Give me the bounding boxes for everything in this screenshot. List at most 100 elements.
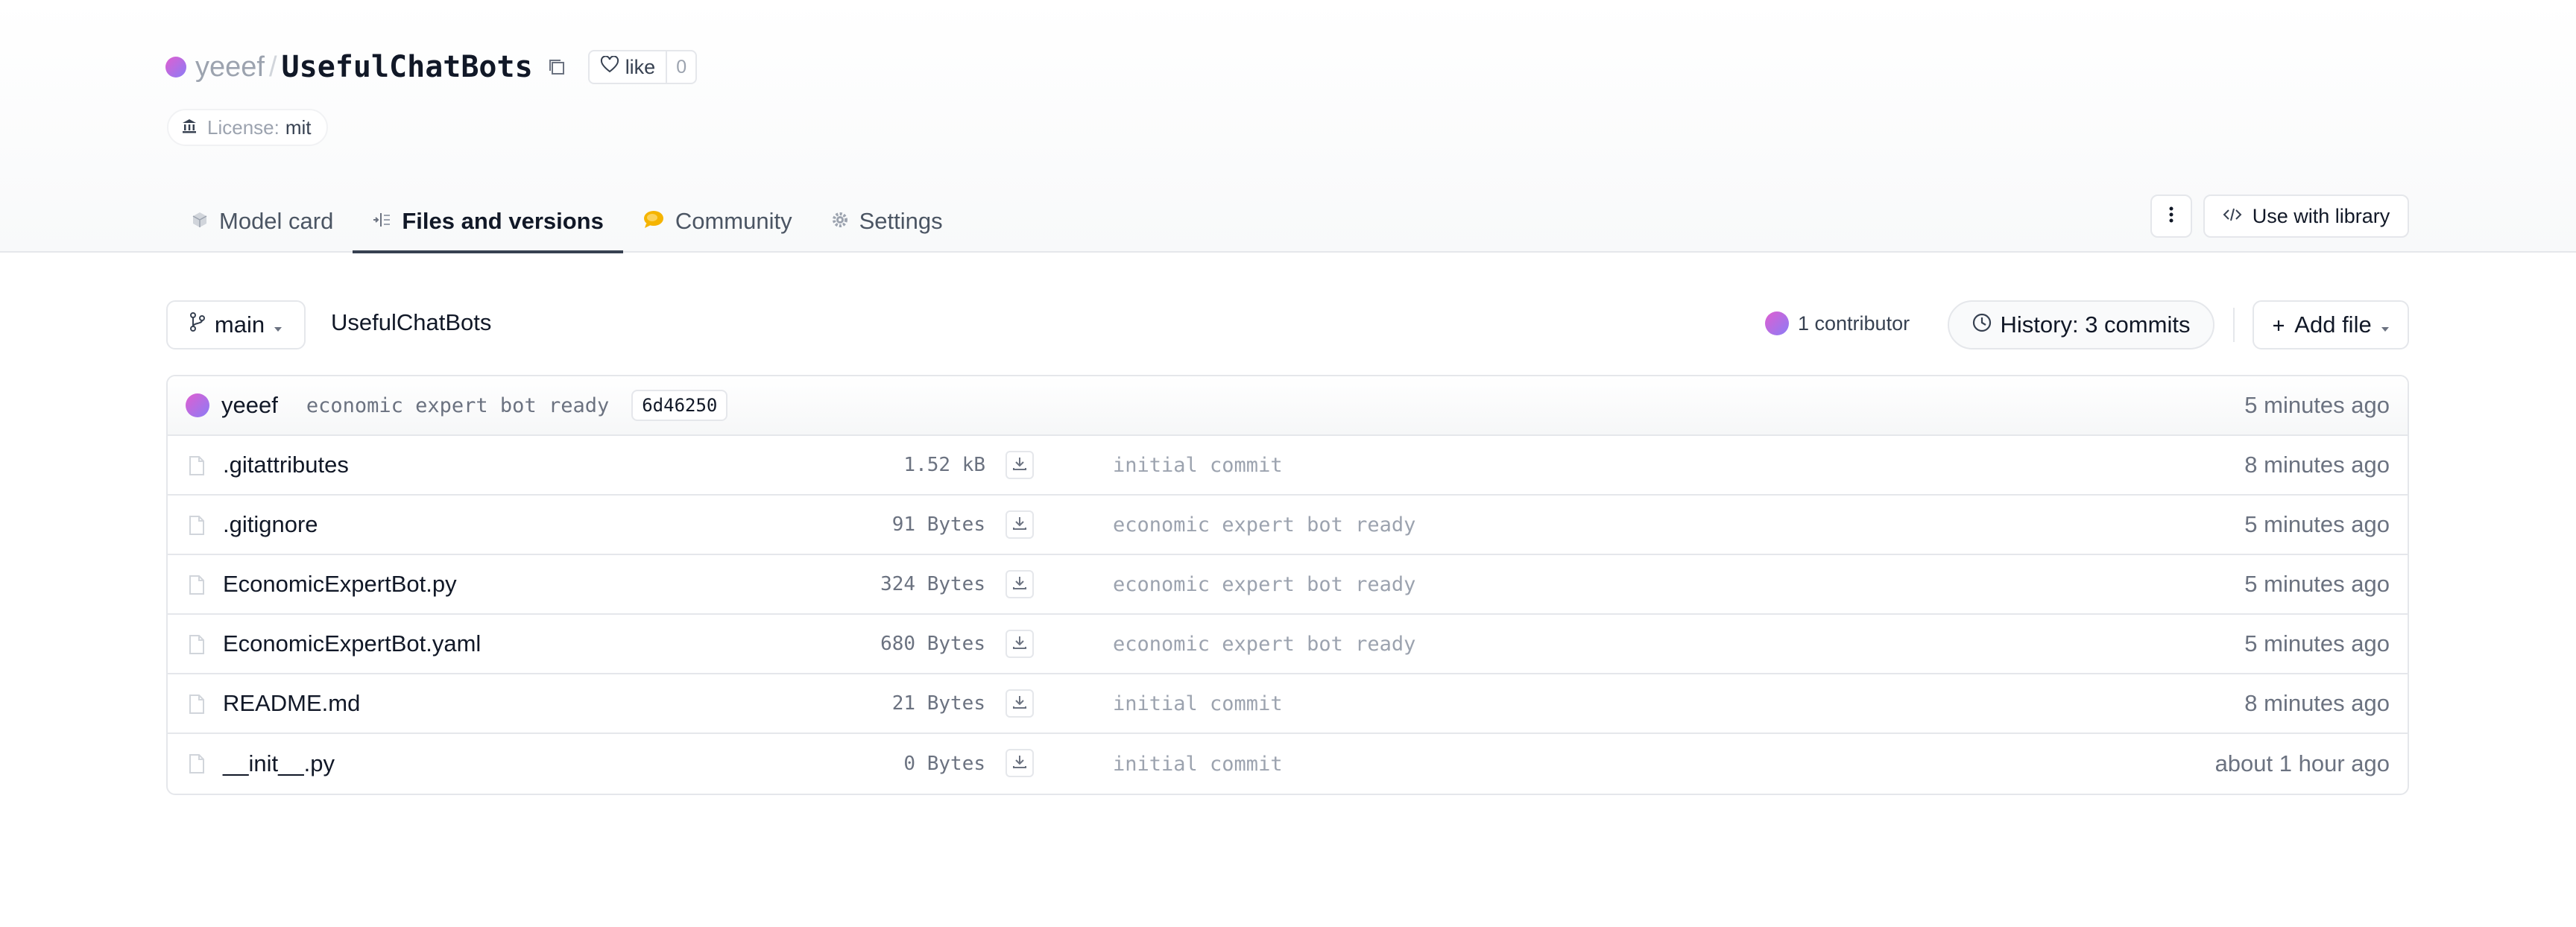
heart-icon [600,54,619,79]
file-name[interactable]: __init__.py [223,750,335,777]
like-button[interactable]: like 0 [587,50,698,84]
toolbar-divider [2233,308,2235,342]
file-time: 5 minutes ago [2244,630,2390,657]
tab-label: Files and versions [402,208,604,234]
commit-hash[interactable]: 6d46250 [631,390,728,421]
file-time: 5 minutes ago [2244,571,2390,597]
download-icon [1011,515,1028,535]
commit-author[interactable]: yeeef [221,392,278,419]
tab-community[interactable]: Community [623,190,812,253]
file-list: yeeef economic expert bot ready 6d46250 … [166,375,2409,795]
file-icon [189,515,205,540]
download-icon [1011,694,1028,714]
owner-avatar[interactable] [165,57,186,77]
repo-owner-link[interactable]: yeeef [195,51,265,83]
download-button[interactable] [1006,689,1034,718]
file-commit-message[interactable]: initial commit [1113,753,1283,776]
branch-selector[interactable]: main [166,300,306,349]
add-file-label: Add file [2294,311,2372,338]
file-row[interactable]: __init__.py 0 Bytes initial commit about… [168,734,2408,794]
license-label: License: [207,116,280,139]
download-icon [1011,634,1028,654]
files-icon [372,208,391,235]
repo-tabs: Model card Files and versions Community … [171,190,962,253]
contributors-label: 1 contributor [1798,311,1910,335]
file-size: 680 Bytes [880,633,985,655]
add-file-button[interactable]: Add file [2253,300,2409,349]
file-row[interactable]: EconomicExpertBot.py 324 Bytes economic … [168,555,2408,615]
history-button[interactable]: History: 3 commits [1948,300,2214,349]
last-commit-row: yeeef economic expert bot ready 6d46250 … [168,376,2408,436]
commit-time: 5 minutes ago [2244,392,2390,418]
tab-label: Model card [219,208,334,234]
file-name[interactable]: .gitattributes [223,452,349,478]
download-button[interactable] [1006,749,1034,777]
like-count[interactable]: 0 [666,51,695,83]
contributors-link[interactable]: 1 contributor [1765,311,1910,335]
download-icon [1011,575,1028,595]
file-name[interactable]: EconomicExpertBot.py [223,571,457,598]
like-label: like [625,55,656,78]
bank-icon [180,117,198,139]
more-vertical-icon [2169,206,2174,227]
gear-icon [831,208,849,235]
like-main[interactable]: like [590,51,666,83]
tab-label: Settings [859,208,943,234]
download-button[interactable] [1006,510,1034,539]
branch-label: main [214,311,265,338]
file-commit-message[interactable]: economic expert bot ready [1113,573,1415,596]
file-icon [189,575,205,599]
contributor-avatar [1765,311,1789,335]
file-row[interactable]: README.md 21 Bytes initial commit 8 minu… [168,674,2408,734]
file-time: 5 minutes ago [2244,511,2390,537]
file-row[interactable]: .gitignore 91 Bytes economic expert bot … [168,496,2408,555]
download-icon [1011,753,1028,773]
file-icon [189,753,205,778]
file-name[interactable]: EconomicExpertBot.yaml [223,630,481,657]
file-name[interactable]: .gitignore [223,511,318,538]
file-size: 21 Bytes [891,692,985,715]
repo-name-link[interactable]: UsefulChatBots [282,50,533,84]
plus-icon [2272,311,2285,338]
community-icon [643,208,665,235]
file-time: 8 minutes ago [2244,452,2390,478]
download-button[interactable] [1006,570,1034,598]
clock-icon [1972,311,1992,338]
copy-icon[interactable] [545,55,569,79]
file-name[interactable]: README.md [223,690,360,717]
breadcrumb[interactable]: UsefulChatBots [331,309,491,336]
caret-down-icon [2381,311,2390,338]
repo-separator: / [268,51,277,83]
tab-settings[interactable]: Settings [812,190,962,253]
file-size: 324 Bytes [880,573,985,595]
commit-author-avatar[interactable] [186,393,209,417]
file-time: about 1 hour ago [2214,750,2390,776]
file-row[interactable]: .gitattributes 1.52 kB initial commit 8 … [168,436,2408,496]
caret-down-icon [274,311,282,338]
download-icon [1011,455,1028,475]
commit-message[interactable]: economic expert bot ready [306,394,609,417]
file-size: 91 Bytes [891,513,985,536]
use-with-library-button[interactable]: Use with library [2203,194,2409,238]
tab-model-card[interactable]: Model card [171,190,353,253]
download-button[interactable] [1006,630,1034,658]
file-commit-message[interactable]: initial commit [1113,454,1283,477]
more-options-button[interactable] [2150,194,2192,238]
git-branch-icon [189,311,206,338]
license-badge[interactable]: License: mit [167,109,328,146]
tab-label: Community [675,208,792,234]
file-size: 1.52 kB [903,454,985,476]
download-button[interactable] [1006,451,1034,479]
code-icon [2223,205,2242,228]
file-time: 8 minutes ago [2244,690,2390,716]
cube-icon [191,208,209,235]
repo-title-row: yeeef / UsefulChatBots like 0 [165,48,698,86]
file-commit-message[interactable]: economic expert bot ready [1113,633,1415,656]
use-with-library-label: Use with library [2252,204,2390,227]
license-value: mit [285,116,312,139]
file-commit-message[interactable]: economic expert bot ready [1113,513,1415,537]
file-commit-message[interactable]: initial commit [1113,692,1283,715]
history-label: History: 3 commits [2000,311,2191,338]
tab-files-and-versions[interactable]: Files and versions [353,190,623,253]
file-row[interactable]: EconomicExpertBot.yaml 680 Bytes economi… [168,615,2408,674]
